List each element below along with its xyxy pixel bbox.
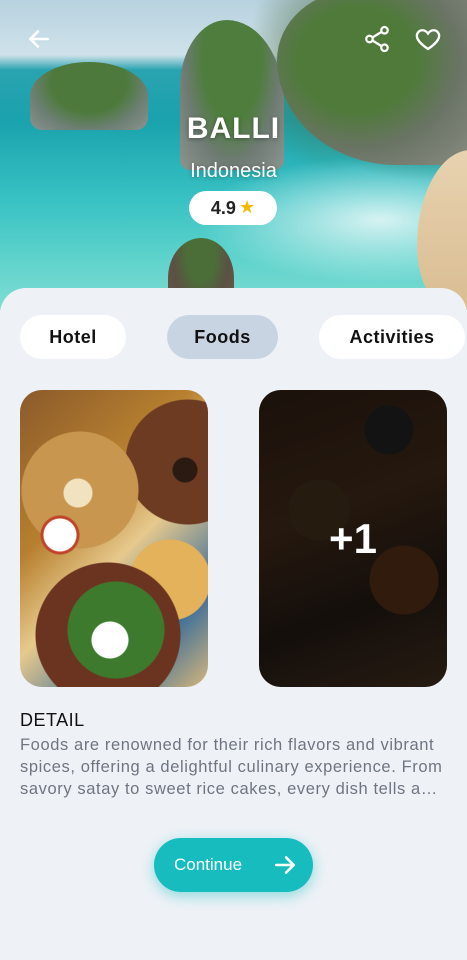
hero-image: BALLI Indonesia 4.9 ★: [0, 0, 467, 310]
more-count-label: +1: [329, 514, 377, 562]
continue-label: Continue: [174, 855, 243, 874]
heart-icon[interactable]: [411, 22, 445, 56]
content-sheet: Hotel Foods Activities +1 DETAIL Foods a…: [0, 288, 467, 960]
place-title: BALLI: [186, 112, 281, 145]
island-rock: [180, 20, 284, 170]
detail-heading: DETAIL: [20, 710, 85, 730]
arrow-right-icon: [272, 852, 298, 878]
tab-activities[interactable]: Activities: [319, 315, 465, 359]
share-icon[interactable]: [360, 22, 394, 56]
back-arrow-icon[interactable]: [22, 22, 56, 56]
rating-badge: 4.9 ★: [189, 191, 277, 225]
food-image-card[interactable]: [20, 390, 208, 687]
more-images-card[interactable]: +1: [259, 390, 447, 687]
place-country: Indonesia: [190, 160, 277, 182]
continue-button[interactable]: Continue: [154, 838, 313, 892]
rating-value: 4.9: [210, 197, 236, 218]
tab-foods[interactable]: Foods: [167, 315, 278, 359]
star-icon: ★: [238, 197, 256, 218]
tab-hotel[interactable]: Hotel: [20, 315, 126, 359]
detail-description: Foods are renowned for their rich flavor…: [20, 736, 443, 798]
